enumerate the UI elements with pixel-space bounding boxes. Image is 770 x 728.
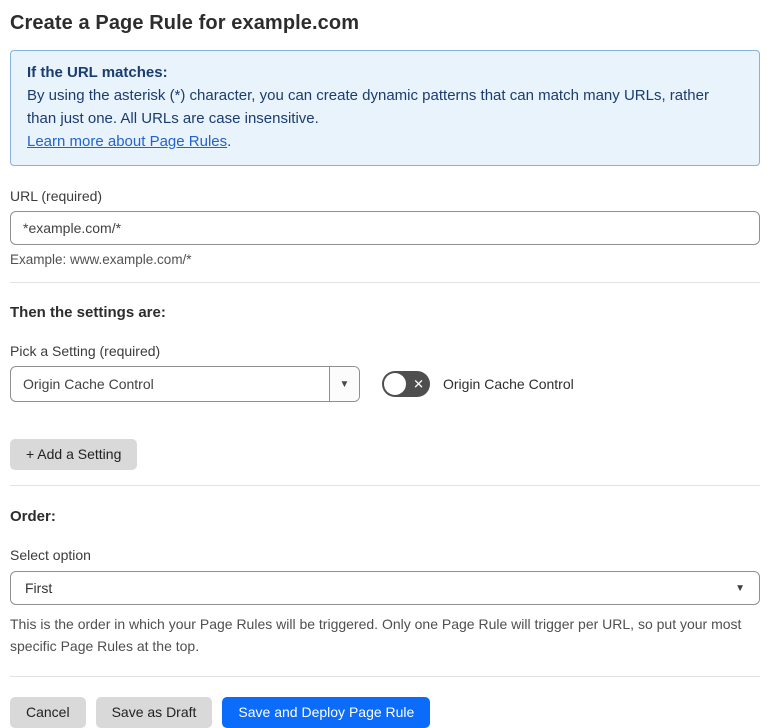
chevron-down-icon: ▼ xyxy=(735,582,745,594)
learn-more-link[interactable]: Learn more about Page Rules xyxy=(27,133,227,150)
toggle-label: Origin Cache Control xyxy=(443,376,574,392)
info-box-heading: If the URL matches: xyxy=(27,64,168,81)
setting-select[interactable]: Origin Cache Control ▼ xyxy=(10,366,360,402)
chevron-down-icon: ▼ xyxy=(339,378,350,390)
url-input[interactable] xyxy=(10,211,760,245)
divider xyxy=(10,485,760,486)
divider xyxy=(10,676,760,677)
info-box-body: By using the asterisk (*) character, you… xyxy=(27,87,709,127)
order-section-heading: Order: xyxy=(10,508,56,525)
url-field-label: URL (required) xyxy=(10,188,103,204)
origin-cache-control-toggle[interactable]: ✕ xyxy=(382,371,430,397)
page-title: Create a Page Rule for example.com xyxy=(10,12,360,34)
page-rule-form: Create a Page Rule for example.com If th… xyxy=(0,0,770,728)
url-match-info-box: If the URL matches: By using the asteris… xyxy=(10,50,760,166)
info-box-link-line: Learn more about Page Rules. xyxy=(27,130,743,153)
pick-setting-label: Pick a Setting (required) xyxy=(10,343,161,359)
footer-actions: Cancel Save as Draft Save and Deploy Pag… xyxy=(10,697,760,728)
order-help-text: This is the order in which your Page Rul… xyxy=(10,616,742,654)
setting-row: Origin Cache Control ▼ ✕ Origin Cache Co… xyxy=(10,366,760,402)
toggle-off-x-icon: ✕ xyxy=(413,376,424,392)
order-select-value: First xyxy=(25,580,53,596)
divider xyxy=(10,282,760,283)
url-example-helper: Example: www.example.com/* xyxy=(10,252,192,267)
setting-select-arrow-button[interactable]: ▼ xyxy=(329,367,359,401)
cancel-button[interactable]: Cancel xyxy=(10,697,86,728)
toggle-knob xyxy=(384,373,406,395)
save-and-deploy-button[interactable]: Save and Deploy Page Rule xyxy=(222,697,431,728)
settings-section-heading: Then the settings are: xyxy=(10,304,166,321)
order-select[interactable]: First ▼ xyxy=(10,571,760,605)
setting-select-value: Origin Cache Control xyxy=(23,376,154,392)
order-select-label: Select option xyxy=(10,547,91,563)
add-setting-button[interactable]: + Add a Setting xyxy=(10,439,138,470)
link-suffix: . xyxy=(227,133,232,150)
save-as-draft-button[interactable]: Save as Draft xyxy=(95,697,213,728)
